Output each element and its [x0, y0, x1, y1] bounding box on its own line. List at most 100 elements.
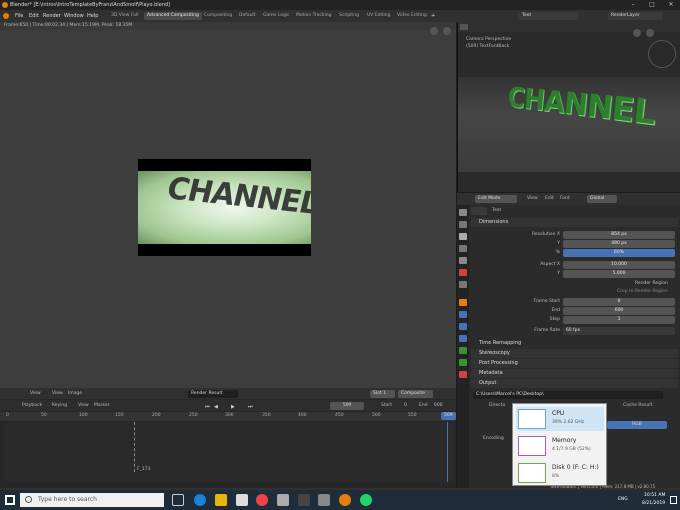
- metadata-panel[interactable]: Metadata: [471, 369, 678, 378]
- collection-tab-icon[interactable]: [459, 281, 467, 288]
- menu-view[interactable]: View: [527, 196, 538, 201]
- menu-render[interactable]: Render: [43, 13, 61, 19]
- minimize-button[interactable]: –: [624, 1, 642, 9]
- view-layer-selector[interactable]: RenderLayer: [608, 12, 663, 20]
- marker-label[interactable]: F_173: [137, 467, 150, 472]
- object-tab-icon[interactable]: [459, 299, 467, 306]
- menu-marker[interactable]: Marker: [94, 403, 110, 408]
- rgb-button[interactable]: RGB: [607, 421, 667, 429]
- frame-end-field[interactable]: 600: [563, 307, 675, 315]
- view-icon[interactable]: [460, 24, 468, 30]
- output-panel[interactable]: Output: [471, 379, 678, 388]
- windows-start-icon[interactable]: [5, 495, 15, 505]
- physics-tab-icon[interactable]: [459, 335, 467, 342]
- timeline-ruler[interactable]: 0 50 100 150 200 250 300 350 400 450 500…: [0, 412, 456, 421]
- frame-start-field[interactable]: 0: [563, 298, 675, 306]
- chrome-icon[interactable]: [256, 494, 268, 506]
- maximize-button[interactable]: □: [643, 1, 661, 9]
- workspace-tab-active[interactable]: Advanced Compositing: [144, 12, 202, 20]
- menu-window[interactable]: Window: [64, 13, 84, 19]
- menu-keying[interactable]: Keying: [52, 403, 67, 408]
- post-processing-panel[interactable]: Post Processing: [471, 359, 678, 368]
- task-view-icon[interactable]: [172, 494, 184, 506]
- menu-view[interactable]: View: [52, 391, 63, 396]
- dimensions-panel-header[interactable]: Dimensions: [471, 218, 678, 227]
- frame-step-field[interactable]: 1: [563, 316, 675, 324]
- app-icon[interactable]: [298, 494, 310, 506]
- image-selector[interactable]: Render Result: [188, 390, 238, 398]
- workspace-tab[interactable]: Motion Tracking: [293, 12, 334, 20]
- frame-rate-select[interactable]: 60 fps: [563, 327, 675, 335]
- resolution-percent-slider[interactable]: 60%: [563, 249, 675, 257]
- layer-selector[interactable]: Composite: [398, 390, 433, 398]
- menu-playback[interactable]: Playback: [22, 403, 42, 408]
- current-frame-field[interactable]: 509: [330, 402, 364, 410]
- crop-region-checkbox[interactable]: Crop to Render Region: [617, 289, 668, 294]
- workspace-tab[interactable]: Default: [236, 12, 258, 20]
- performance-popup[interactable]: CPU 39% 2.62 GHz Memory 4.1/7.9 GB (52%)…: [512, 403, 607, 486]
- menu-help[interactable]: Help: [87, 13, 98, 19]
- menu-image[interactable]: Image: [68, 391, 82, 396]
- add-workspace-icon[interactable]: +: [431, 13, 435, 19]
- render-tab-icon[interactable]: [459, 221, 467, 228]
- start-value[interactable]: 0: [404, 403, 407, 408]
- close-button[interactable]: ✕: [662, 1, 680, 9]
- data-tab-icon[interactable]: [459, 359, 467, 366]
- blender-menu-icon[interactable]: [3, 13, 9, 19]
- scene-selector[interactable]: Text: [519, 12, 579, 20]
- disk-item[interactable]: Disk 0 (F: C: H:) 8%: [516, 461, 604, 485]
- cache-result-checkbox[interactable]: Cache Result: [623, 403, 652, 408]
- jump-start-icon[interactable]: ⏮: [205, 404, 210, 410]
- resolution-x-field[interactable]: 854 px: [563, 231, 675, 239]
- menu-edit[interactable]: Edit: [545, 196, 554, 201]
- workspace-tab[interactable]: UV Editing: [364, 12, 393, 20]
- clock-date[interactable]: 8/21/2019: [642, 501, 665, 506]
- modifier-tab-icon[interactable]: [459, 311, 467, 318]
- view-layer-tab-icon[interactable]: [459, 245, 467, 252]
- menu-edit[interactable]: Edit: [29, 13, 39, 19]
- slot-selector[interactable]: Slot 1: [370, 390, 395, 398]
- menu-file[interactable]: File: [15, 13, 23, 19]
- cpu-item[interactable]: CPU 39% 2.62 GHz: [516, 407, 604, 431]
- notification-icon[interactable]: [670, 496, 677, 504]
- prev-key-icon[interactable]: ◀: [214, 404, 218, 410]
- world-tab-icon[interactable]: [459, 269, 467, 276]
- language-indicator[interactable]: ENG: [618, 497, 628, 502]
- hand-icon[interactable]: [633, 29, 641, 37]
- aspect-y-field[interactable]: 5.000: [563, 270, 675, 278]
- scene-tab-icon[interactable]: [459, 257, 467, 264]
- end-value[interactable]: 600: [434, 403, 443, 408]
- camera-3d-viewport[interactable]: Camera Perspective (509) TextFontBack CH…: [457, 22, 680, 192]
- resolution-y-field[interactable]: 480 px: [563, 240, 675, 248]
- hand-icon[interactable]: [430, 27, 438, 35]
- output-path-field[interactable]: C:\Users\Marcel's PC\Desktop\: [473, 391, 663, 399]
- clock-time[interactable]: 10:51 AM: [644, 493, 665, 498]
- taskbar-search[interactable]: Type here to search: [20, 493, 164, 507]
- app-icon[interactable]: [318, 494, 330, 506]
- properties-search[interactable]: [471, 207, 487, 215]
- app-icon[interactable]: [277, 494, 289, 506]
- timeline-body[interactable]: F_173: [4, 422, 454, 482]
- time-remapping-panel[interactable]: Time Remapping: [471, 339, 678, 348]
- file-explorer-icon[interactable]: [215, 494, 227, 506]
- playhead-label[interactable]: 509: [441, 412, 456, 420]
- particles-tab-icon[interactable]: [459, 323, 467, 330]
- workspace-tab[interactable]: 3D View Full: [108, 12, 142, 20]
- zoom-icon[interactable]: [646, 29, 654, 37]
- output-tab-icon[interactable]: [459, 233, 467, 240]
- render-region-checkbox[interactable]: Render Region: [635, 281, 668, 286]
- material-tab-icon[interactable]: [459, 371, 467, 378]
- workspace-tab[interactable]: Compositing: [201, 12, 235, 20]
- workspace-tab[interactable]: Scripting: [336, 12, 362, 20]
- blender-taskbar-icon[interactable]: [339, 494, 351, 506]
- memory-item[interactable]: Memory 4.1/7.9 GB (52%): [516, 434, 604, 458]
- menu-view[interactable]: View: [78, 403, 89, 408]
- menu-font[interactable]: Font: [560, 196, 570, 201]
- orientation-selector[interactable]: Global: [587, 195, 617, 203]
- menu-view[interactable]: View: [30, 391, 41, 396]
- zoom-icon[interactable]: [443, 27, 451, 35]
- aspect-x-field[interactable]: 10.000: [563, 261, 675, 269]
- encoding-panel[interactable]: Encoding: [483, 436, 504, 441]
- whatsapp-icon[interactable]: [360, 494, 372, 506]
- stereoscopy-panel[interactable]: Stereoscopy: [471, 349, 678, 358]
